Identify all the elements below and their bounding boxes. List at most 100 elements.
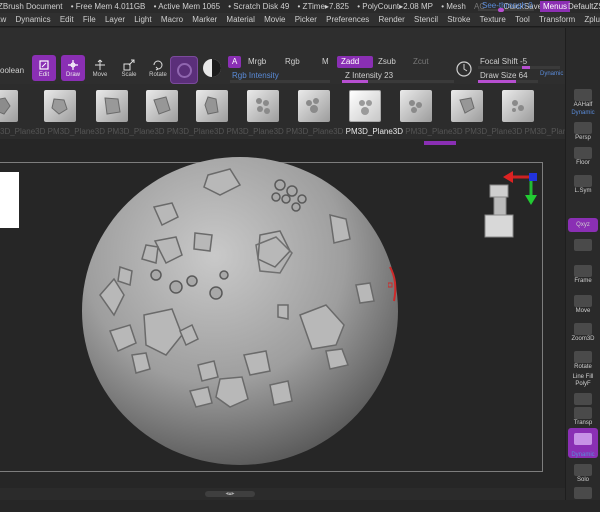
edit-icon (39, 60, 49, 70)
brush-label[interactable]: PM3D_Plane3D (465, 127, 522, 136)
bottom-tray-handle-icon[interactable]: ◂▴▸ (205, 491, 255, 497)
rotate-view-button[interactable]: Rotate (568, 346, 598, 376)
menu-item-macro[interactable]: Macro (161, 13, 183, 26)
frame-button[interactable]: Frame (568, 260, 598, 290)
brush-alpha-thumb[interactable] (146, 90, 178, 122)
xpose-button[interactable] (568, 482, 598, 512)
aahalf-icon (574, 89, 592, 101)
menu-item-file[interactable]: File (83, 13, 96, 26)
menu-item-stencil[interactable]: Stencil (414, 13, 438, 26)
right-shelf: AAHalf Dynamic Persp Floor L.Sym Qxyz Fra… (565, 28, 600, 500)
brush-label[interactable]: PM3D_Plane3D (107, 127, 164, 136)
texture-thumbnail-icon[interactable] (203, 59, 221, 77)
move-view-button[interactable]: Move (568, 290, 598, 320)
menu-item-zplugin[interactable]: Zplugin (584, 13, 600, 26)
mannequin-head-icon[interactable] (484, 184, 514, 238)
brush-alpha-thumb[interactable] (247, 90, 279, 122)
menu-item-light[interactable]: Light (134, 13, 151, 26)
lightbox-clock-icon[interactable] (455, 60, 473, 78)
channel-mrgb-toggle[interactable]: Mrgb (244, 56, 270, 68)
brush-alpha-thumb[interactable] (298, 90, 330, 122)
solo-icon (574, 464, 592, 476)
menu-item-picker[interactable]: Picker (295, 13, 317, 26)
brush-label[interactable]: PM3D_Plane3D (405, 127, 462, 136)
scale-icon (123, 59, 135, 71)
channel-m-toggle[interactable]: M (318, 56, 333, 68)
persp-button[interactable]: Dynamic Persp (568, 110, 598, 141)
solo-button[interactable]: Dynamic Solo (568, 452, 598, 483)
zsub-toggle[interactable]: Zsub (374, 56, 400, 68)
see-through-knob[interactable] (498, 8, 504, 12)
channel-a-toggle[interactable]: A (228, 56, 242, 68)
menu-item-texture[interactable]: Texture (480, 13, 506, 26)
brush-label[interactable]: PM3D_Plane3D (167, 127, 224, 136)
scratch-disk: • Scratch Disk 49 (228, 2, 290, 11)
lsym-button[interactable]: L.Sym (568, 170, 598, 200)
zadd-toggle[interactable]: Zadd (337, 56, 373, 68)
zcut-toggle[interactable]: Zcut (409, 56, 433, 68)
material-sphere-button[interactable] (170, 56, 198, 84)
menu-item-material[interactable]: Material (226, 13, 254, 26)
document-title: ZBrush Document (0, 2, 63, 11)
floor-button[interactable]: Floor (568, 142, 598, 172)
rotate-icon (153, 60, 163, 71)
scale-label: Scale (121, 72, 137, 78)
brush-alpha-thumb[interactable] (400, 90, 432, 122)
sculpted-sphere-model[interactable] (80, 155, 400, 467)
menu-item-dynamics[interactable]: Dynamics (15, 13, 50, 26)
brush-label[interactable]: PM3D_Plane3D (48, 127, 105, 136)
brush-alpha-thumb[interactable] (451, 90, 483, 122)
menu-item-transform[interactable]: Transform (539, 13, 575, 26)
brush-alpha-thumb[interactable] (0, 90, 18, 122)
color-swatch[interactable] (0, 172, 19, 228)
rgb-intensity-label: Rgb Intensity (232, 71, 279, 80)
edit-button[interactable]: Edit (32, 55, 56, 81)
brush-shelf-scrollbar[interactable] (424, 141, 456, 145)
brush-label[interactable]: PM3D_Plane3D (524, 127, 565, 136)
focal-shift-slider[interactable] (478, 66, 560, 69)
rgb-intensity-slider[interactable] (230, 80, 330, 83)
stone-alpha-icon (459, 97, 475, 114)
brush-label-selected[interactable]: PM3D_Plane3D (346, 127, 403, 136)
brush-label[interactable]: PM3D_Plane3D (226, 127, 283, 136)
move-button[interactable]: Move (88, 55, 112, 81)
draw-button[interactable]: Draw (61, 55, 85, 81)
floor-icon (574, 147, 592, 159)
menu-item-render[interactable]: Render (379, 13, 405, 26)
frame-label: Frame (574, 278, 592, 284)
menu-item-stroke[interactable]: Stroke (447, 13, 470, 26)
see-through-slider[interactable]: See-through 0 (478, 1, 536, 12)
y-axis-arrow-icon[interactable] (525, 195, 537, 205)
x-axis-arrow-icon[interactable] (503, 171, 513, 183)
brush-label[interactable]: 3D_Plane3D (0, 127, 45, 136)
scale-button[interactable]: Scale (117, 55, 141, 81)
default-script-label[interactable]: DefaultZS (568, 0, 600, 13)
zoom3d-button[interactable]: Zoom3D (568, 318, 598, 348)
channel-rgb-toggle[interactable]: Rgb (281, 56, 304, 68)
brush-label-row: 3D_Plane3D PM3D_Plane3D PM3D_Plane3D PM3… (0, 126, 565, 138)
qxyz-button[interactable]: Qxyz (568, 218, 598, 232)
brush-alpha-thumb[interactable] (196, 90, 228, 122)
menu-item-draw[interactable]: aw (0, 13, 6, 26)
pebbles-alpha-icon (409, 100, 422, 113)
brush-label[interactable]: PM3D_Plane3D (286, 127, 343, 136)
frame-icon (574, 265, 592, 277)
menu-item-tool[interactable]: Tool (515, 13, 530, 26)
brush-alpha-thumb[interactable] (44, 90, 76, 122)
line-fill-button[interactable]: Line Fill PolyF (568, 374, 598, 405)
brush-alpha-thumb[interactable] (502, 90, 534, 122)
menu-item-movie[interactable]: Movie (264, 13, 285, 26)
menus-button[interactable]: Menus (540, 1, 571, 12)
menu-item-marker[interactable]: Marker (192, 13, 217, 26)
navigation-gizmo[interactable] (473, 167, 543, 247)
brush-alpha-thumb[interactable] (96, 90, 128, 122)
brush-alpha-thumb-selected[interactable] (349, 90, 381, 122)
boolean-label[interactable]: oolean (0, 66, 24, 75)
rotate-button[interactable]: Rotate (146, 55, 170, 81)
menu-item-preferences[interactable]: Preferences (326, 13, 369, 26)
dynamic-size-toggle[interactable]: Dynamic (540, 71, 563, 77)
menu-item-layer[interactable]: Layer (105, 13, 125, 26)
focal-shift-knob[interactable] (522, 66, 530, 69)
menu-item-edit[interactable]: Edit (60, 13, 74, 26)
z-axis-cube-icon[interactable] (529, 173, 537, 181)
